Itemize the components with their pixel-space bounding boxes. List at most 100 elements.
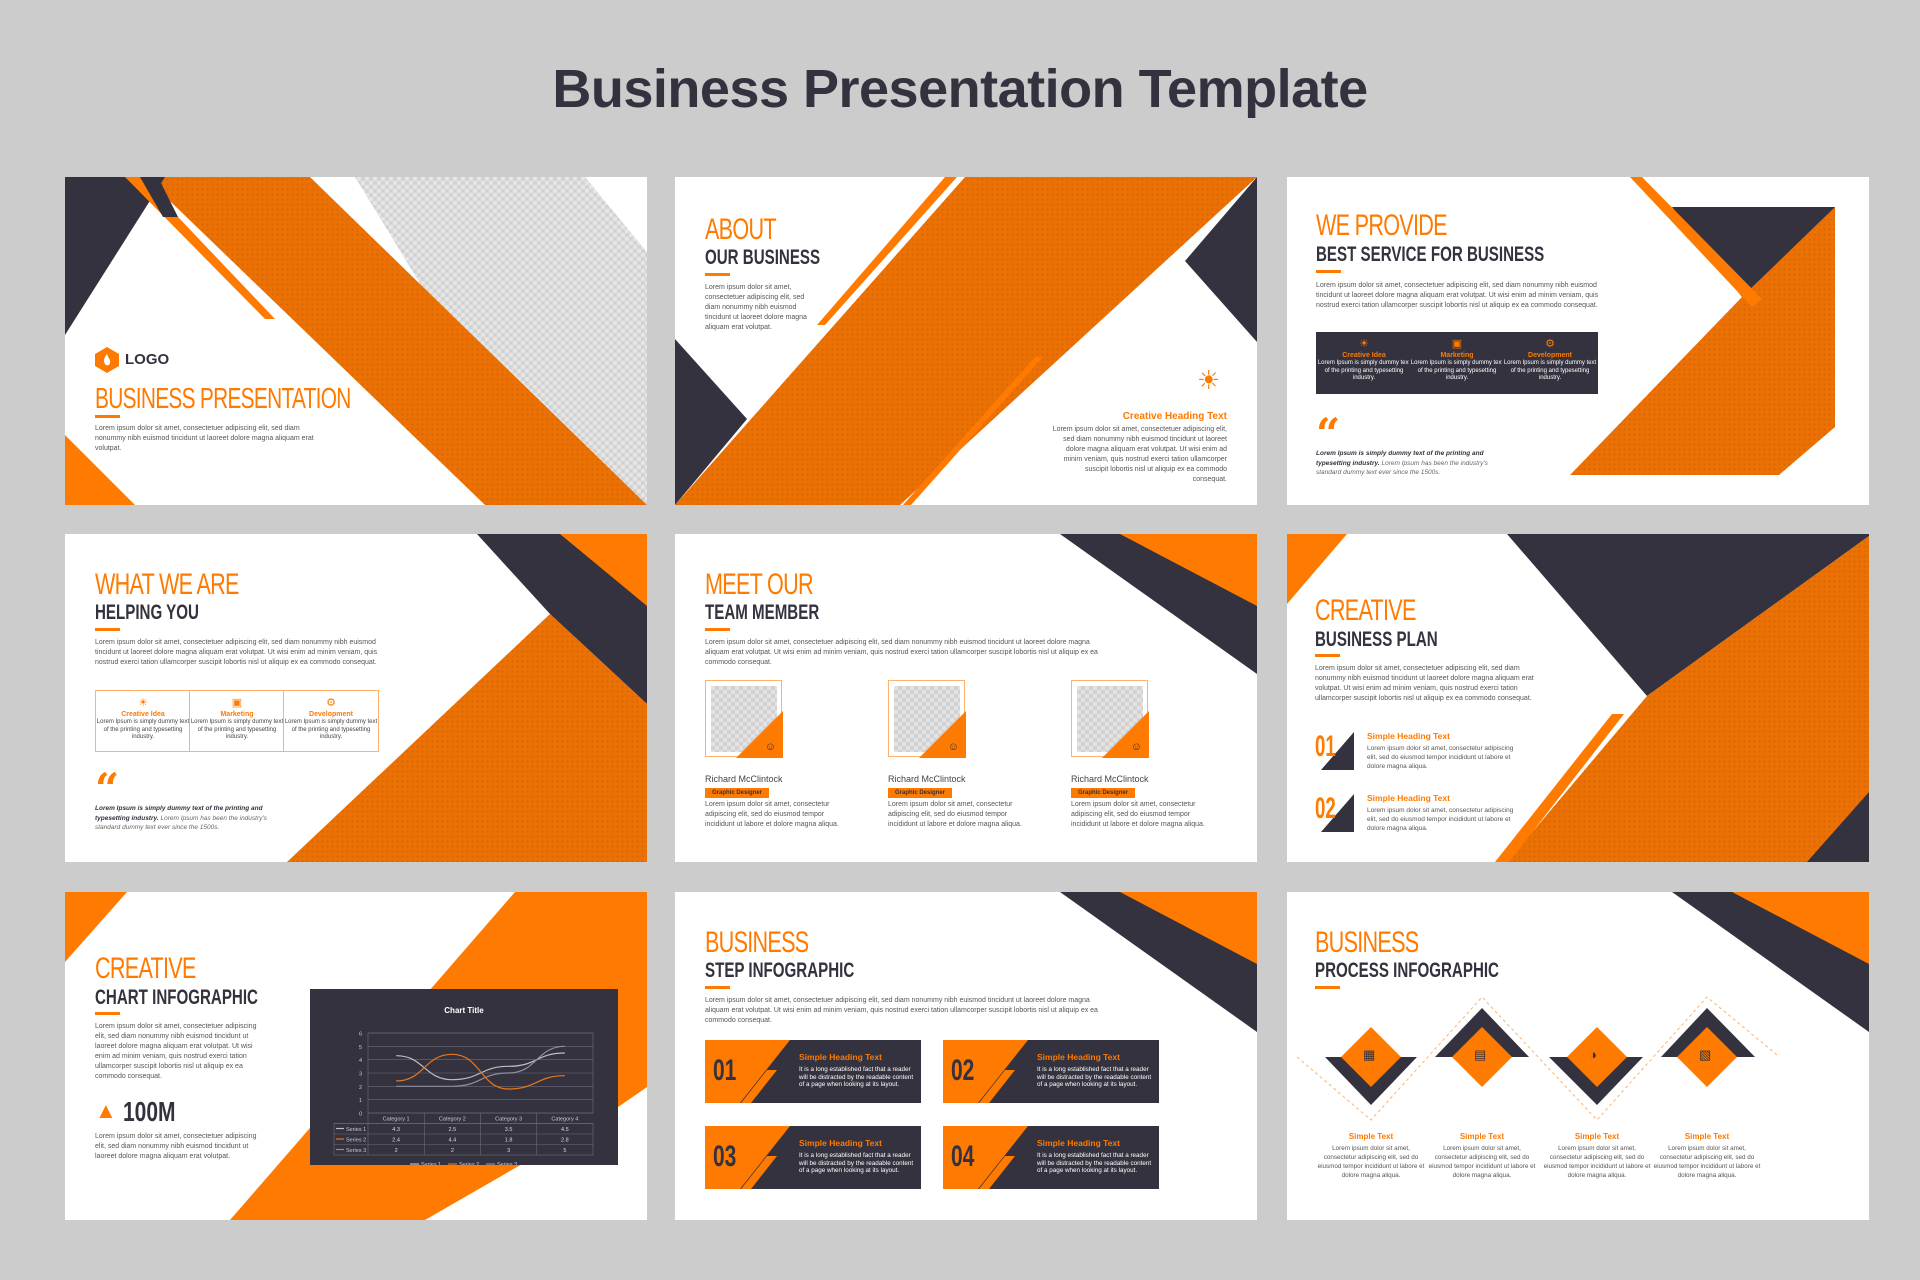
data-label: 2.5 bbox=[449, 1127, 457, 1133]
step-card[interactable]: 02 Simple Heading Text It is a long esta… bbox=[943, 1040, 1159, 1103]
card-title: Marketing bbox=[220, 711, 254, 718]
title-underline bbox=[95, 1012, 120, 1015]
slide-team[interactable]: MEET OUR TEAM MEMBER Lorem ipsum dolor s… bbox=[675, 534, 1257, 862]
card-text: Lorem Ipsum is simply dummy text of the … bbox=[190, 719, 284, 740]
body-text: Lorem ipsum dolor sit amet, consectetuer… bbox=[1315, 665, 1534, 702]
body-text: Lorem ipsum dolor sit amet, consectetuer… bbox=[705, 284, 807, 331]
data-label: 2.4 bbox=[392, 1138, 400, 1144]
slide-cover[interactable]: LOGO BUSINESS PRESENTATION Lorem ipsum d… bbox=[65, 177, 647, 505]
card-title: Creative Idea bbox=[121, 711, 165, 718]
title-underline bbox=[705, 628, 730, 631]
table-series-name: Series 3 bbox=[346, 1148, 366, 1154]
presenter-dollar-icon: ◑ bbox=[1589, 1047, 1597, 1062]
series-line-series-3 bbox=[396, 1045, 565, 1087]
title-bold: STEP INFOGRAPHIC bbox=[705, 959, 855, 982]
heading-body: Lorem ipsum dolor sit amet, consectetuer… bbox=[1052, 426, 1227, 483]
member-photo[interactable]: ☺ bbox=[705, 680, 783, 758]
y-tick-label: 3 bbox=[359, 1072, 362, 1078]
step-card[interactable]: 03 Simple Heading Text It is a long esta… bbox=[705, 1126, 921, 1189]
process-title: Simple Text bbox=[1459, 1132, 1505, 1141]
slide-title: BUSINESS PRESENTATION bbox=[95, 383, 351, 415]
title-underline bbox=[95, 628, 120, 631]
y-tick-label: 2 bbox=[359, 1085, 362, 1091]
title-underline bbox=[705, 273, 730, 276]
y-tick-label: 0 bbox=[359, 1112, 362, 1118]
lightbulb-icon: ☀ bbox=[138, 697, 148, 709]
title-underline bbox=[705, 986, 730, 989]
process-title: Simple Text bbox=[1348, 1132, 1394, 1141]
title-bold: BEST SERVICE FOR BUSINESS bbox=[1316, 243, 1545, 266]
data-label: 2.8 bbox=[561, 1138, 569, 1144]
plan-text: Lorem ipsum dolor sit amet, consectetur … bbox=[1367, 745, 1514, 770]
title-light: BUSINESS bbox=[1315, 926, 1419, 959]
slide-process[interactable]: BUSINESS PROCESS INFOGRAPHIC ▦ ▤ ◑ ▧ Sim… bbox=[1287, 892, 1869, 1220]
step-number: 04 bbox=[951, 1140, 975, 1173]
title-light: WHAT WE ARE bbox=[95, 568, 239, 601]
member-role: Graphic Designer bbox=[705, 788, 770, 798]
lightbulb-icon: ☀ bbox=[1359, 338, 1369, 350]
member-bio: Lorem ipsum dolor sit amet, consectetur … bbox=[1071, 801, 1205, 828]
step-number: 03 bbox=[713, 1140, 737, 1173]
person-icon: ☺ bbox=[764, 741, 776, 753]
step-number: 01 bbox=[713, 1054, 737, 1087]
step-text: It is a long established fact that a rea… bbox=[1037, 1066, 1152, 1088]
slide-steps[interactable]: BUSINESS STEP INFOGRAPHIC Lorem ipsum do… bbox=[675, 892, 1257, 1220]
chart-panel[interactable]: Chart Title 0 1 2 3 4 5 6 Category 1 Category 2 Ca… bbox=[310, 989, 618, 1168]
chart-title: Chart Title bbox=[444, 1006, 484, 1015]
step-heading: Simple Heading Text bbox=[799, 1138, 882, 1148]
card-title: Development bbox=[309, 711, 353, 718]
title-light: ABOUT bbox=[705, 213, 777, 246]
legend-entry: Series 3 bbox=[497, 1162, 517, 1165]
step-text: It is a long established fact that a rea… bbox=[1037, 1152, 1152, 1174]
step-text: It is a long established fact that a rea… bbox=[799, 1152, 914, 1174]
service-card[interactable]: ⚙ Development Lorem Ipsum is simply dumm… bbox=[283, 690, 379, 752]
body-text: Lorem ipsum dolor sit amet, consectetuer… bbox=[1316, 282, 1599, 309]
slide-chart[interactable]: CREATIVE CHART INFOGRAPHIC Lorem ipsum d… bbox=[65, 892, 647, 1220]
step-card[interactable]: 04 Simple Heading Text It is a long esta… bbox=[943, 1126, 1159, 1189]
slide-helping[interactable]: WHAT WE ARE HELPING YOU Lorem ipsum dolo… bbox=[65, 534, 647, 862]
slide-services[interactable]: WE PROVIDE BEST SERVICE FOR BUSINESS Lor… bbox=[1287, 177, 1869, 505]
line-chart[interactable]: Chart Title 0 1 2 3 4 5 6 Category 1 Category 2 Ca… bbox=[310, 989, 618, 1168]
lightbulb-icon: ☀ bbox=[1197, 365, 1221, 395]
service-card[interactable]: ▣ Marketing Lorem Ipsum is simply dummy … bbox=[1409, 332, 1505, 394]
step-card[interactable]: 01 Simple Heading Text It is a long esta… bbox=[705, 1040, 921, 1103]
body-text: Lorem ipsum dolor sit amet, consectetuer… bbox=[95, 1023, 257, 1080]
process-text: Lorem ipsum dolor sit amet, consectetur … bbox=[1653, 1145, 1761, 1179]
data-label: 2 bbox=[395, 1148, 398, 1154]
slide-background-shapes bbox=[65, 177, 647, 505]
logo-text: LOGO bbox=[125, 351, 170, 368]
plan-number: 01 bbox=[1315, 730, 1336, 763]
member-bio: Lorem ipsum dolor sit amet, consectetur … bbox=[705, 801, 839, 828]
member-photo[interactable]: ☺ bbox=[1071, 680, 1149, 758]
process-text: Lorem ipsum dolor sit amet, consectetur … bbox=[1543, 1145, 1651, 1179]
y-tick-label: 5 bbox=[359, 1045, 362, 1051]
member-name: Richard McClintock bbox=[888, 774, 966, 784]
body-text: Lorem ipsum dolor sit amet, consectetuer… bbox=[95, 425, 314, 452]
x-category-label: Category 1 bbox=[383, 1117, 410, 1123]
service-card[interactable]: ▣ Marketing Lorem Ipsum is simply dummy … bbox=[189, 690, 285, 752]
member-photo[interactable]: ☺ bbox=[888, 680, 966, 758]
service-card[interactable]: ☀ Creative Idea Lorem Ipsum is simply du… bbox=[1316, 332, 1412, 394]
slide-about[interactable]: ABOUT OUR BUSINESS Lorem ipsum dolor sit… bbox=[675, 177, 1257, 505]
plan-text: Lorem ipsum dolor sit amet, consectetur … bbox=[1367, 807, 1514, 832]
member-role: Graphic Designer bbox=[1071, 788, 1136, 798]
service-card[interactable]: ⚙ Development Lorem Ipsum is simply dumm… bbox=[1502, 332, 1598, 394]
service-card[interactable]: ☀ Creative Idea Lorem Ipsum is simply du… bbox=[95, 690, 191, 752]
slide-business-plan[interactable]: CREATIVE BUSINESS PLAN Lorem ipsum dolor… bbox=[1287, 534, 1869, 862]
data-label: 1.8 bbox=[505, 1138, 513, 1144]
legend-entry: Series 2 bbox=[459, 1162, 479, 1165]
data-label: 4.4 bbox=[449, 1138, 457, 1144]
title-light: MEET OUR bbox=[705, 568, 814, 601]
title-underline bbox=[1316, 270, 1341, 273]
table-series-name: Series 2 bbox=[346, 1138, 366, 1144]
presenter-growth-icon: ▲ bbox=[95, 1098, 117, 1123]
body-text: Lorem ipsum dolor sit amet, consectetuer… bbox=[705, 639, 1098, 666]
body-text: Lorem ipsum dolor sit amet, consectetuer… bbox=[705, 997, 1098, 1024]
stat-value: 100M bbox=[123, 1096, 176, 1127]
monitor-chart-icon: ▣ bbox=[1451, 338, 1463, 350]
quote-text: Lorem Ipsum is simply dummy text of the … bbox=[1316, 450, 1488, 476]
member-name: Richard McClintock bbox=[1071, 774, 1149, 784]
x-category-label: Category 2 bbox=[439, 1117, 466, 1123]
title-light: WE PROVIDE bbox=[1316, 209, 1448, 242]
card-text: Lorem Ipsum is simply dummy text of the … bbox=[284, 719, 378, 740]
